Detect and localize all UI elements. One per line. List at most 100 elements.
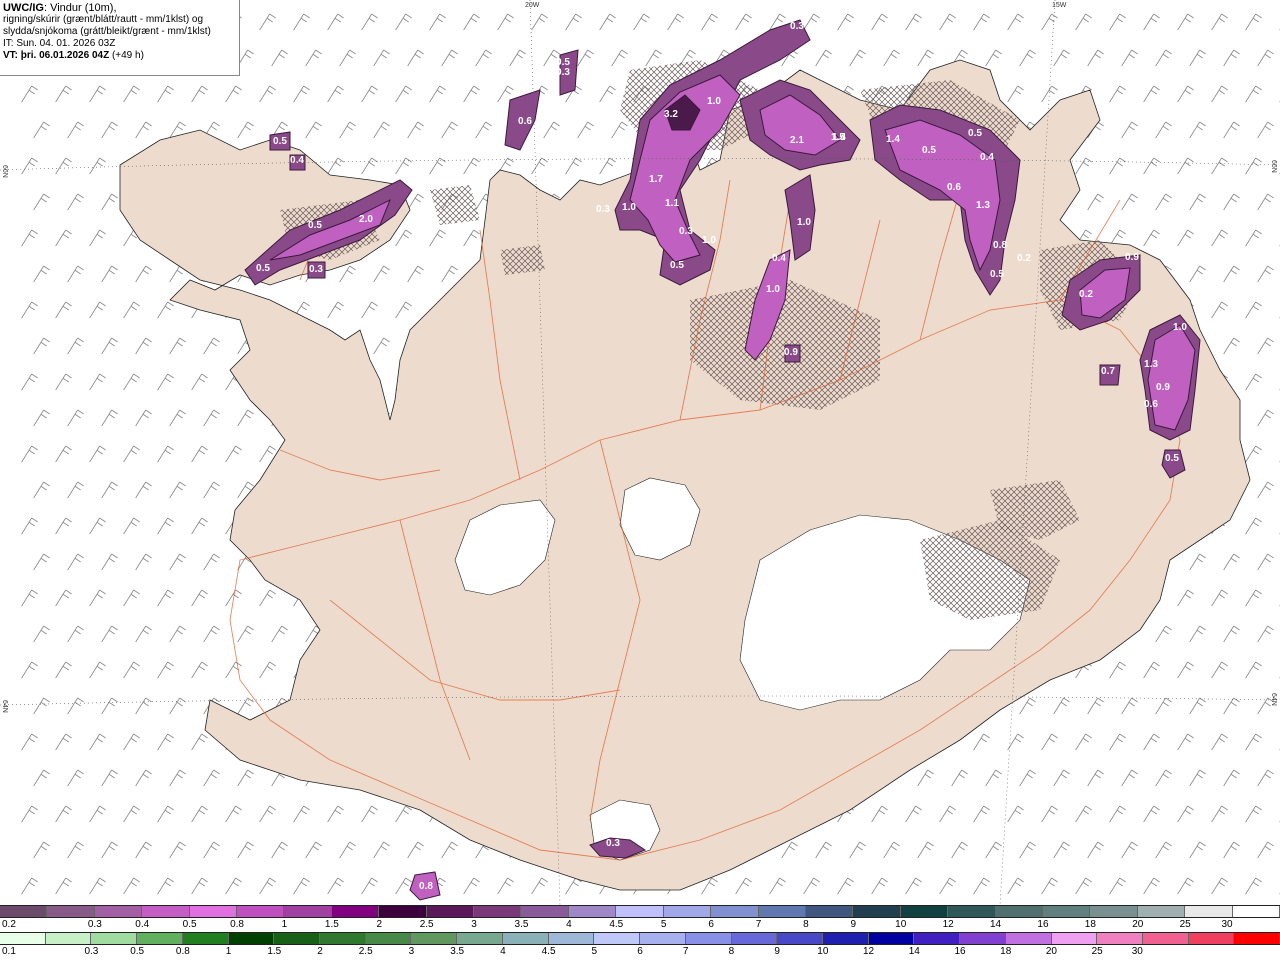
precip-value-label: 0.3: [309, 264, 323, 275]
precip-value-label: 3.2: [664, 109, 678, 120]
precip-value-label: 2.0: [359, 214, 373, 225]
legend-swatch: [900, 906, 949, 917]
precip-value-label: 0.5: [273, 136, 287, 147]
legend-swatch: [0, 906, 48, 917]
legend-label: 30: [1221, 919, 1233, 930]
precip-value-label: 1.1: [665, 198, 679, 209]
legend-label: 9: [774, 946, 780, 957]
precip-value-label: 1.7: [649, 174, 663, 185]
weather-map: 0.30.30.50.60.6 1.03.21.42.1 1.5 1.40.50.50…: [0, 0, 1280, 905]
legend-swatch: [411, 933, 458, 944]
legend-label: 5: [591, 946, 598, 957]
legend-swatch: [0, 933, 46, 944]
legend-label: 1.5: [324, 919, 339, 930]
legend-label: 25: [1091, 946, 1103, 957]
legend-swatch: [365, 933, 412, 944]
legend-label: 8: [728, 946, 735, 957]
legend-label: 0.8: [175, 946, 190, 957]
lon-label-15w: 15W: [1052, 2, 1067, 9]
legend-swatch: [1188, 933, 1235, 944]
lat-label-64n-right: 64N: [1270, 693, 1277, 706]
legend-label: 14: [908, 946, 920, 957]
precip-value-label: 2.1: [790, 135, 804, 146]
legend-label: 2.5: [358, 946, 373, 957]
legend-swatch: [995, 906, 1043, 917]
legend-swatch: [189, 906, 238, 917]
legend-label: 16: [954, 946, 966, 957]
legend-label: 12: [863, 946, 875, 957]
model-name: UWC/IG: [3, 2, 44, 14]
precip-value-label: 1.3: [1144, 359, 1158, 370]
legend-label: 4: [566, 919, 572, 930]
precip-value-label: 0.5: [922, 145, 936, 156]
legend-label: 25: [1179, 919, 1191, 930]
precip-value-label: 0.3: [556, 67, 570, 78]
precip-value-label: 0.6: [1144, 399, 1158, 410]
precip-value-label: 0.3: [790, 21, 804, 32]
precip-value-label: 0.9: [784, 347, 798, 358]
lat-label-66n-right: 66N: [1270, 160, 1277, 173]
legend-label: 30: [1131, 946, 1143, 957]
lon-label-20w: 20W: [525, 2, 540, 9]
precip-value-label: 0.5: [256, 263, 270, 274]
legend-swatch: [474, 906, 522, 917]
legend-label: 6: [708, 919, 714, 930]
init-time: IT: Sun. 04. 01. 2026 03Z: [3, 38, 116, 49]
precip-value-label: 0.2: [1017, 253, 1031, 264]
precip-value-label: 1.0: [1173, 322, 1187, 333]
legend-swatch: [1185, 906, 1233, 917]
legend-label: 18: [1084, 919, 1096, 930]
legend-swatch: [616, 906, 664, 917]
legend-label: 18: [1000, 946, 1012, 957]
legend-swatch: [594, 933, 641, 944]
legend-label: 16: [1037, 919, 1049, 930]
legend-swatch: [568, 906, 617, 917]
legend-swatch: [663, 906, 712, 917]
legend-label: 10: [895, 919, 907, 930]
legend-swatch: [1142, 933, 1189, 944]
legend-swatch: [640, 933, 686, 944]
rain-color-scale: [0, 932, 1280, 945]
lat-label-66n-left: 66N: [1, 165, 8, 178]
legend-label: 20: [1045, 946, 1057, 957]
legend-swatch: [137, 933, 183, 944]
precip-value-label: 0.6: [545, 92, 559, 103]
precip-value-label: 0.5: [670, 260, 684, 271]
precip-value-label: 0.4: [980, 152, 994, 163]
precip-value-label: 0.8: [993, 240, 1007, 251]
rain-scale-labels: 0.1 0.3 0.5 0.8 1 1.5 2 2.5 3 3.5 4 4.5 5 6 7 8 9 10 12 14 1…: [0, 946, 1280, 958]
legend-label: 7: [682, 946, 689, 957]
precip-value-label: 0.9: [1156, 382, 1170, 393]
precip-value-label: 1.0: [622, 202, 636, 213]
legend-swatch: [758, 906, 806, 917]
legend-swatch: [45, 933, 92, 944]
legend-label: 3: [408, 946, 415, 957]
legend-swatch: [822, 933, 869, 944]
legend-label: 0.4: [135, 919, 150, 930]
legend-label: 2: [317, 946, 323, 957]
precip-value-label: 1.0: [766, 284, 780, 295]
precip-value-label: 0.6: [518, 116, 532, 127]
legend-label: 0.1: [2, 946, 16, 957]
precip-value-label: 0.3: [679, 226, 693, 237]
precip-value-label: 0.5: [968, 128, 982, 139]
legend-swatch: [320, 933, 366, 944]
legend-swatch: [853, 906, 901, 917]
legend-label: 3.5: [514, 919, 529, 930]
legend-label: 0.2: [2, 919, 16, 930]
legend-swatch: [1137, 906, 1186, 917]
legend-swatch: [1051, 933, 1098, 944]
precip-value-label: 0.9: [1125, 252, 1139, 263]
legend-swatch: [1097, 933, 1143, 944]
precip-value-label: 0.5: [308, 220, 322, 231]
legend-swatch: [731, 933, 778, 944]
legend-label: 1: [281, 919, 288, 930]
legend-label: 9: [850, 919, 857, 930]
legend-swatch: [711, 906, 759, 917]
legend-swatch: [94, 906, 143, 917]
legend-label: 6: [637, 946, 643, 957]
legend-swatch: [868, 933, 915, 944]
legend-label: 8: [803, 919, 809, 930]
precip-value-label: 0.8: [419, 881, 433, 892]
legend-swatch: [47, 906, 95, 917]
